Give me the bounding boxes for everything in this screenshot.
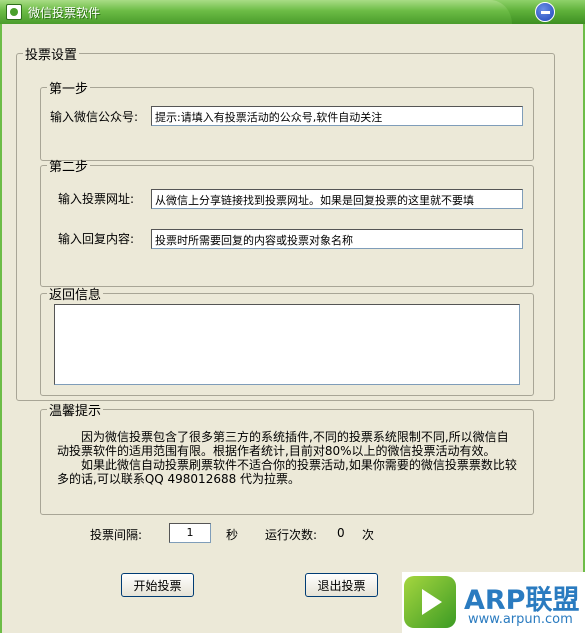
return-info-legend: 返回信息: [49, 288, 102, 303]
tips-paragraph-1: 因为微信投票包含了很多第三方的系统插件,不同的投票系统限制不同,所以微信自动投票…: [57, 430, 509, 458]
interval-input[interactable]: 1: [169, 523, 211, 543]
run-count-unit: 次: [362, 528, 375, 542]
exit-vote-button[interactable]: 退出投票: [305, 573, 378, 597]
watermark-logo: ARP联盟 www.arpun.com: [402, 572, 585, 633]
vote-settings-legend: 投票设置: [25, 48, 78, 63]
window-title: 微信投票软件: [28, 6, 101, 20]
reply-label: 输入回复内容:: [58, 232, 135, 246]
url-label: 输入投票网址:: [58, 192, 135, 206]
step1-legend: 第一步: [49, 82, 89, 97]
reply-input[interactable]: 投票时所需要回复的内容或投票对象名称: [151, 229, 523, 249]
step2-group: 第二步: [40, 156, 534, 287]
step2-legend: 第二步: [49, 160, 89, 175]
tips-paragraph-2: 如果此微信自动投票刷票软件不适合你的投票活动,如果你需要的微信投票票数比较多的话…: [57, 458, 517, 486]
interval-label: 投票间隔:: [90, 528, 143, 542]
play-icon: [404, 576, 456, 628]
run-count-value: 0: [337, 526, 345, 540]
return-info-textarea[interactable]: [54, 304, 520, 385]
watermark-url: www.arpun.com: [468, 612, 573, 627]
title-bar[interactable]: 微信投票软件: [0, 0, 585, 24]
url-input[interactable]: 从微信上分享链接找到投票网址。如果是回复投票的这里就不要填: [151, 189, 523, 209]
interval-unit: 秒: [226, 528, 239, 542]
minimize-button[interactable]: [535, 2, 555, 22]
start-vote-button[interactable]: 开始投票: [121, 573, 194, 597]
tips-text: 因为微信投票包含了很多第三方的系统插件,不同的投票系统限制不同,所以微信自动投票…: [57, 430, 517, 486]
run-count-label: 运行次数:: [265, 528, 318, 542]
account-input[interactable]: 提示:请填入有投票活动的公众号,软件自动关注: [151, 106, 523, 126]
main-window: 投票设置 第一步 输入微信公众号: 提示:请填入有投票活动的公众号,软件自动关注…: [0, 24, 585, 633]
tips-legend: 温馨提示: [49, 404, 102, 419]
app-icon: [6, 4, 22, 20]
account-label: 输入微信公众号:: [50, 110, 139, 124]
